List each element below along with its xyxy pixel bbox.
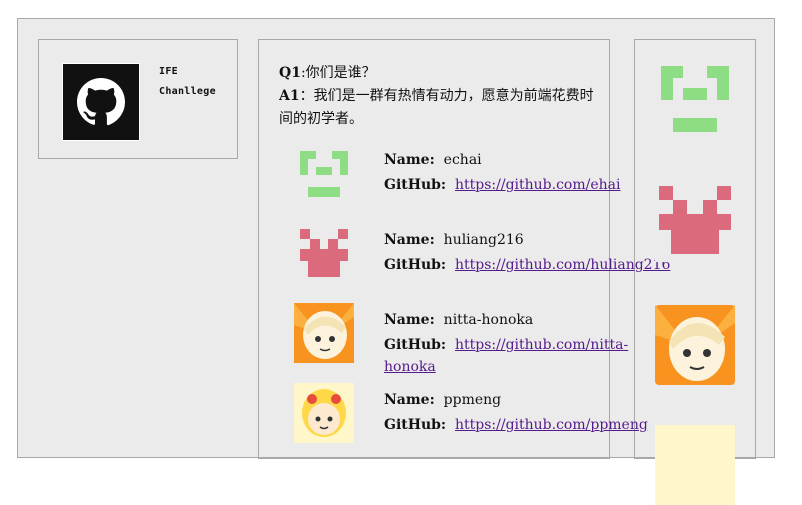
github-logo-icon[interactable] xyxy=(62,63,140,141)
name-label: Name: xyxy=(384,392,435,408)
qa-block: Q1:你们是谁？ A1：我们是一群有热情有动力，愿意为前端花费时间的初学者。 xyxy=(279,62,599,131)
member-card: Name: huliang216 GitHub: https://github.… xyxy=(294,225,714,295)
github-link-cont[interactable]: honoka xyxy=(384,359,436,375)
member-github-row: GitHub: https://github.com/nitta- xyxy=(384,335,628,355)
question: Q1:你们是谁？ xyxy=(279,62,599,85)
anime-girl-yellow-avatar xyxy=(655,425,735,505)
member-card: Name: echai GitHub: https://github.com/e… xyxy=(294,145,714,215)
question-text: :你们是谁？ xyxy=(300,65,376,81)
github-link[interactable]: https://github.com/nitta- xyxy=(455,337,628,353)
anime-girl-yellow-avatar xyxy=(294,383,354,443)
github-link[interactable]: https://github.com/ppmeng xyxy=(455,417,648,433)
github-link[interactable]: https://github.com/huliang216 xyxy=(455,257,670,273)
member-name: ppmeng xyxy=(443,392,502,408)
member-name-row: Name: huliang216 xyxy=(384,230,524,250)
question-label: Q1 xyxy=(279,65,301,81)
github-label: GitHub: xyxy=(384,337,447,353)
answer-label: A1 xyxy=(279,88,300,104)
member-name: huliang216 xyxy=(443,232,524,248)
member-card: Name: ppmeng GitHub: https://github.com/… xyxy=(294,383,714,453)
github-link[interactable]: https://github.com/ehai xyxy=(455,177,620,193)
red-identicon xyxy=(294,225,354,285)
github-label: GitHub: xyxy=(384,177,447,193)
red-identicon xyxy=(655,182,735,262)
brand-panel: IFE Chanllege xyxy=(38,39,238,159)
name-label: Name: xyxy=(384,152,435,168)
member-name: echai xyxy=(443,152,482,168)
github-label: GitHub: xyxy=(384,257,447,273)
member-github-row: GitHub: https://github.com/ppmeng xyxy=(384,415,648,435)
member-github-row: GitHub: https://github.com/ehai xyxy=(384,175,620,195)
brand-line2: Chanllege xyxy=(159,86,216,97)
anime-girl-avatar xyxy=(294,303,354,363)
name-label: Name: xyxy=(384,312,435,328)
answer: A1：我们是一群有热情有动力，愿意为前端花费时间的初学者。 xyxy=(279,85,599,131)
green-identicon xyxy=(655,60,735,140)
brand-title: IFE Chanllege xyxy=(159,62,216,102)
member-name: nitta-honoka xyxy=(443,312,534,328)
answer-text: ：我们是一群有热情有动力，愿意为前端花费时间的初学者。 xyxy=(279,88,594,127)
member-name-row: Name: nitta-honoka xyxy=(384,310,533,330)
member-name-row: Name: ppmeng xyxy=(384,390,501,410)
green-identicon xyxy=(294,145,354,205)
member-github-row: GitHub: https://github.com/huliang216 xyxy=(384,255,670,275)
member-card: Name: nitta-honoka GitHub: https://githu… xyxy=(294,303,714,375)
brand-line1: IFE xyxy=(159,66,178,77)
github-label: GitHub: xyxy=(384,417,447,433)
member-name-row: Name: echai xyxy=(384,150,482,170)
anime-girl-avatar xyxy=(655,305,735,385)
member-github-row-cont: honoka xyxy=(384,357,436,377)
name-label: Name: xyxy=(384,232,435,248)
